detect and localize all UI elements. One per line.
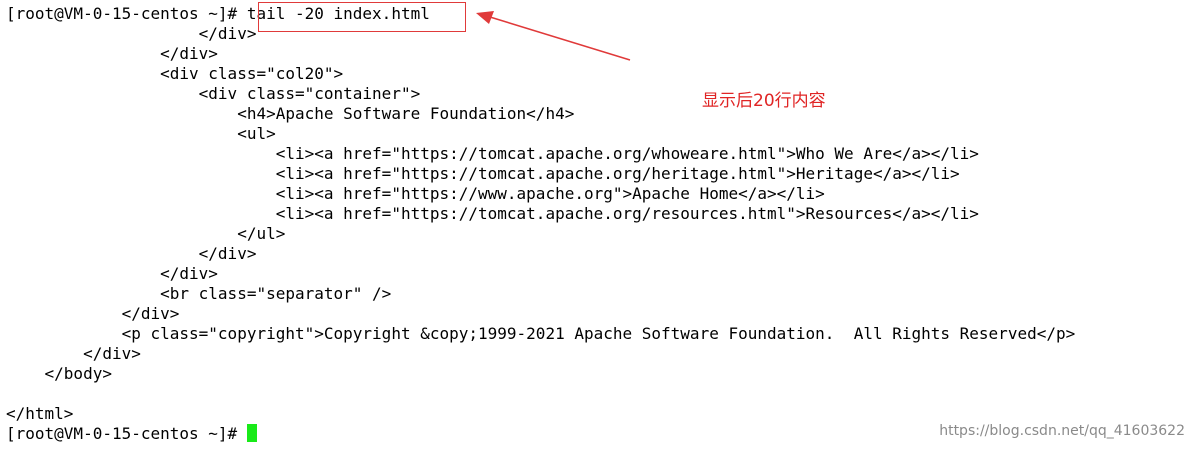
terminal-line: <p class="copyright">Copyright &copy;199…: [6, 324, 1076, 343]
terminal-line: <div class="container">: [6, 84, 421, 103]
terminal-line: <li><a href="https://www.apache.org">Apa…: [6, 184, 825, 203]
terminal-line: </div>: [6, 24, 257, 43]
terminal-line: <li><a href="https://tomcat.apache.org/r…: [6, 204, 979, 223]
terminal-line: <br class="separator" />: [6, 284, 392, 303]
annotation-label: 显示后20行内容: [702, 91, 826, 111]
terminal-line: </div>: [6, 344, 141, 363]
terminal-line: </div>: [6, 264, 218, 283]
terminal-line: <li><a href="https://tomcat.apache.org/w…: [6, 144, 979, 163]
command-highlight-box: [258, 2, 466, 32]
terminal-prompt-line[interactable]: [root@VM-0-15-centos ~]#: [6, 424, 257, 444]
terminal-line: </html>: [6, 404, 74, 423]
terminal-line: </ul>: [6, 224, 286, 243]
terminal-line: </div>: [6, 44, 218, 63]
terminal-line: <li><a href="https://tomcat.apache.org/h…: [6, 164, 960, 183]
terminal-line: <div class="col20">: [6, 64, 344, 83]
shell-prompt: [root@VM-0-15-centos ~]#: [6, 424, 247, 443]
terminal-line: </body>: [6, 364, 112, 383]
terminal-cursor: [246, 424, 257, 442]
terminal-line: </div>: [6, 244, 257, 263]
terminal-line: </div>: [6, 304, 180, 323]
terminal-line: <ul>: [6, 124, 276, 143]
terminal-window[interactable]: [root@VM-0-15-centos ~]# tail -20 index.…: [0, 0, 1197, 450]
watermark: https://blog.csdn.net/qq_41603622: [939, 423, 1185, 439]
terminal-line: <h4>Apache Software Foundation</h4>: [6, 104, 575, 123]
